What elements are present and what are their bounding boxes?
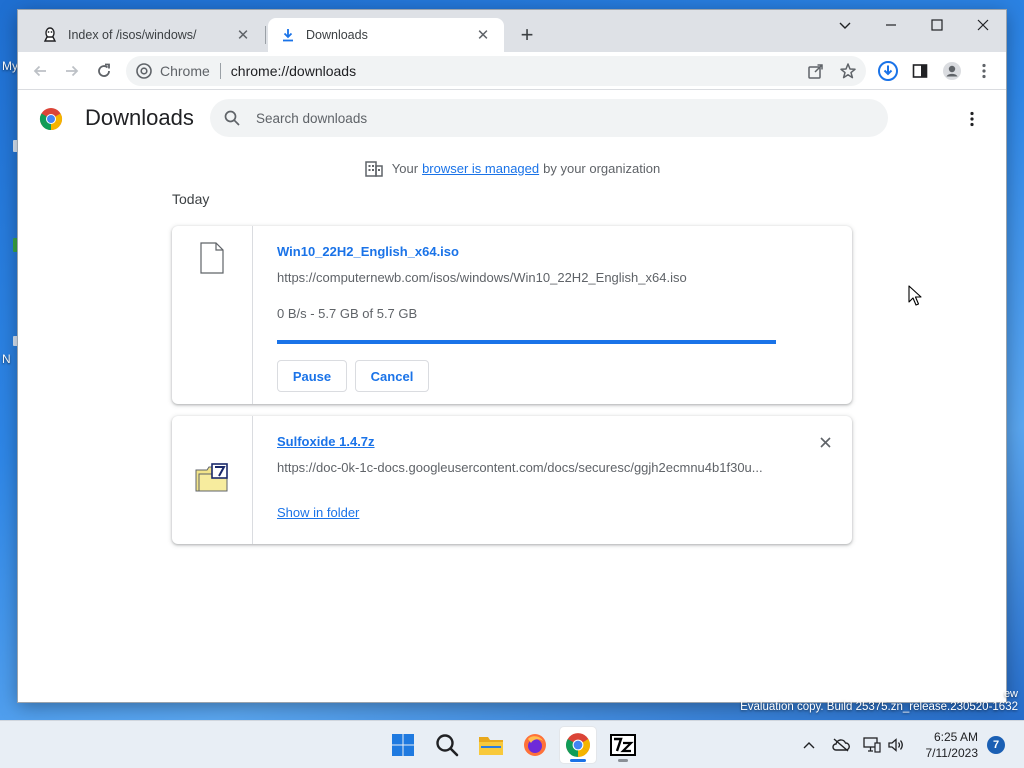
- evaluation-watermark: Evaluation copy. Build 25375.zn_release.…: [740, 701, 1018, 713]
- chrome-site-icon[interactable]: [136, 63, 152, 79]
- downloads-header: Downloads: [18, 90, 1006, 148]
- building-icon: [365, 161, 383, 177]
- maximize-button[interactable]: [914, 10, 960, 40]
- running-indicator: [570, 759, 586, 762]
- show-hidden-icons-chevron[interactable]: [799, 735, 819, 755]
- chrome-icon: [566, 733, 590, 757]
- notification-badge[interactable]: 7: [987, 736, 1005, 754]
- desktop-icon-label-my: My: [2, 59, 18, 73]
- managed-suffix: by your organization: [543, 160, 661, 176]
- file-icon-column: [172, 226, 253, 404]
- tab-search-icon[interactable]: [822, 10, 868, 40]
- managed-prefix: Your: [391, 160, 419, 176]
- reload-button[interactable]: [89, 56, 119, 86]
- search-icon: [222, 108, 242, 128]
- desktop-icon-label-n: N: [2, 352, 11, 366]
- download-item: Win10_22H2_English_x64.iso https://compu…: [172, 226, 852, 404]
- tab-downloads[interactable]: Downloads ✕: [268, 18, 504, 52]
- file-url[interactable]: https://computernewb.com/isos/windows/Wi…: [277, 270, 777, 285]
- downloads-page: Downloads Your browser is managed by you…: [18, 90, 1006, 702]
- more-actions-icon[interactable]: [962, 109, 982, 129]
- tab-title: Index of /isos/windows/: [68, 28, 197, 42]
- download-item: Sulfoxide 1.4.7z https://doc-0k-1c-docs.…: [172, 416, 852, 544]
- file-explorer-button[interactable]: [473, 727, 509, 763]
- tux-icon: [42, 27, 58, 43]
- remove-from-list-icon[interactable]: [816, 433, 834, 451]
- firefox-icon: [524, 734, 546, 756]
- show-in-folder-link[interactable]: Show in folder: [277, 505, 359, 520]
- search-input[interactable]: [256, 110, 856, 126]
- file-name[interactable]: Sulfoxide 1.4.7z: [277, 434, 375, 449]
- download-status: 0 B/s - 5.7 GB of 5.7 GB: [277, 306, 418, 321]
- side-panel-icon[interactable]: [908, 59, 932, 83]
- tab-index-of-isos[interactable]: Index of /isos/windows/ ✕: [30, 18, 264, 52]
- folder-icon: [479, 737, 503, 755]
- start-button[interactable]: [385, 727, 421, 763]
- taskbar: 6:25 AM 7/11/2023 7: [0, 720, 1024, 768]
- tab-title: Downloads: [306, 28, 368, 42]
- date-section-label: Today: [172, 191, 210, 207]
- file-url[interactable]: https://doc-0k-1c-docs.googleusercontent…: [277, 460, 777, 475]
- url-text[interactable]: chrome://downloads: [231, 63, 356, 79]
- search-downloads-box[interactable]: [210, 99, 888, 137]
- pause-button[interactable]: Pause: [277, 360, 347, 392]
- 7zip-icon: [610, 734, 636, 756]
- browser-window: Index of /isos/windows/ ✕ Downloads ✕ +: [18, 10, 1006, 702]
- watermark-fragment: ew: [1003, 688, 1018, 700]
- system-clock[interactable]: 6:25 AM 7/11/2023: [926, 729, 979, 761]
- chrome-logo-icon: [39, 108, 63, 130]
- download-progress-fill: [277, 340, 776, 344]
- firefox-button[interactable]: [517, 727, 553, 763]
- download-progress-bar: [277, 340, 776, 344]
- minimize-button[interactable]: [868, 10, 914, 40]
- profile-avatar-icon[interactable]: [940, 59, 964, 83]
- back-button[interactable]: [25, 56, 55, 86]
- site-name: Chrome: [160, 63, 210, 79]
- clock-date: 7/11/2023: [925, 746, 979, 760]
- file-icon-column: [172, 416, 253, 544]
- download-icon: [280, 27, 296, 43]
- omnibox-divider: [219, 63, 221, 79]
- browser-toolbar: Chrome chrome://downloads: [18, 52, 1006, 90]
- file-icon: [200, 242, 224, 274]
- search-button[interactable]: [429, 727, 465, 763]
- bookmark-star-icon[interactable]: [836, 59, 860, 83]
- search-icon: [436, 734, 459, 757]
- tab-separator: [265, 26, 266, 44]
- share-icon[interactable]: [804, 59, 828, 83]
- file-name[interactable]: Win10_22H2_English_x64.iso: [277, 244, 459, 259]
- clock-time: 6:25 AM: [933, 730, 978, 744]
- forward-button[interactable]: [57, 56, 87, 86]
- running-indicator: [618, 759, 628, 762]
- managed-notice: Your browser is managed by your organiza…: [18, 158, 1006, 178]
- tab-strip: Index of /isos/windows/ ✕ Downloads ✕ +: [18, 10, 1006, 52]
- 7z-archive-icon: [195, 463, 228, 492]
- chrome-menu-icon[interactable]: [972, 59, 996, 83]
- cancel-button[interactable]: Cancel: [355, 360, 429, 392]
- close-tab-icon[interactable]: ✕: [474, 26, 492, 44]
- onedrive-offline-icon[interactable]: [831, 735, 851, 755]
- network-icon[interactable]: [862, 735, 882, 755]
- chrome-taskbar-button[interactable]: [560, 727, 596, 763]
- new-tab-button[interactable]: +: [515, 22, 539, 47]
- volume-icon[interactable]: [886, 735, 906, 755]
- 7zip-taskbar-button[interactable]: [605, 727, 641, 763]
- windows-logo-icon: [392, 734, 414, 756]
- close-tab-icon[interactable]: ✕: [234, 26, 252, 44]
- downloads-toolbar-icon[interactable]: [876, 59, 900, 83]
- browser-managed-link[interactable]: browser is managed: [422, 161, 539, 176]
- close-window-button[interactable]: [960, 10, 1006, 40]
- address-bar[interactable]: Chrome chrome://downloads: [126, 56, 866, 86]
- page-title: Downloads: [85, 105, 194, 130]
- mouse-cursor-icon: [908, 285, 922, 306]
